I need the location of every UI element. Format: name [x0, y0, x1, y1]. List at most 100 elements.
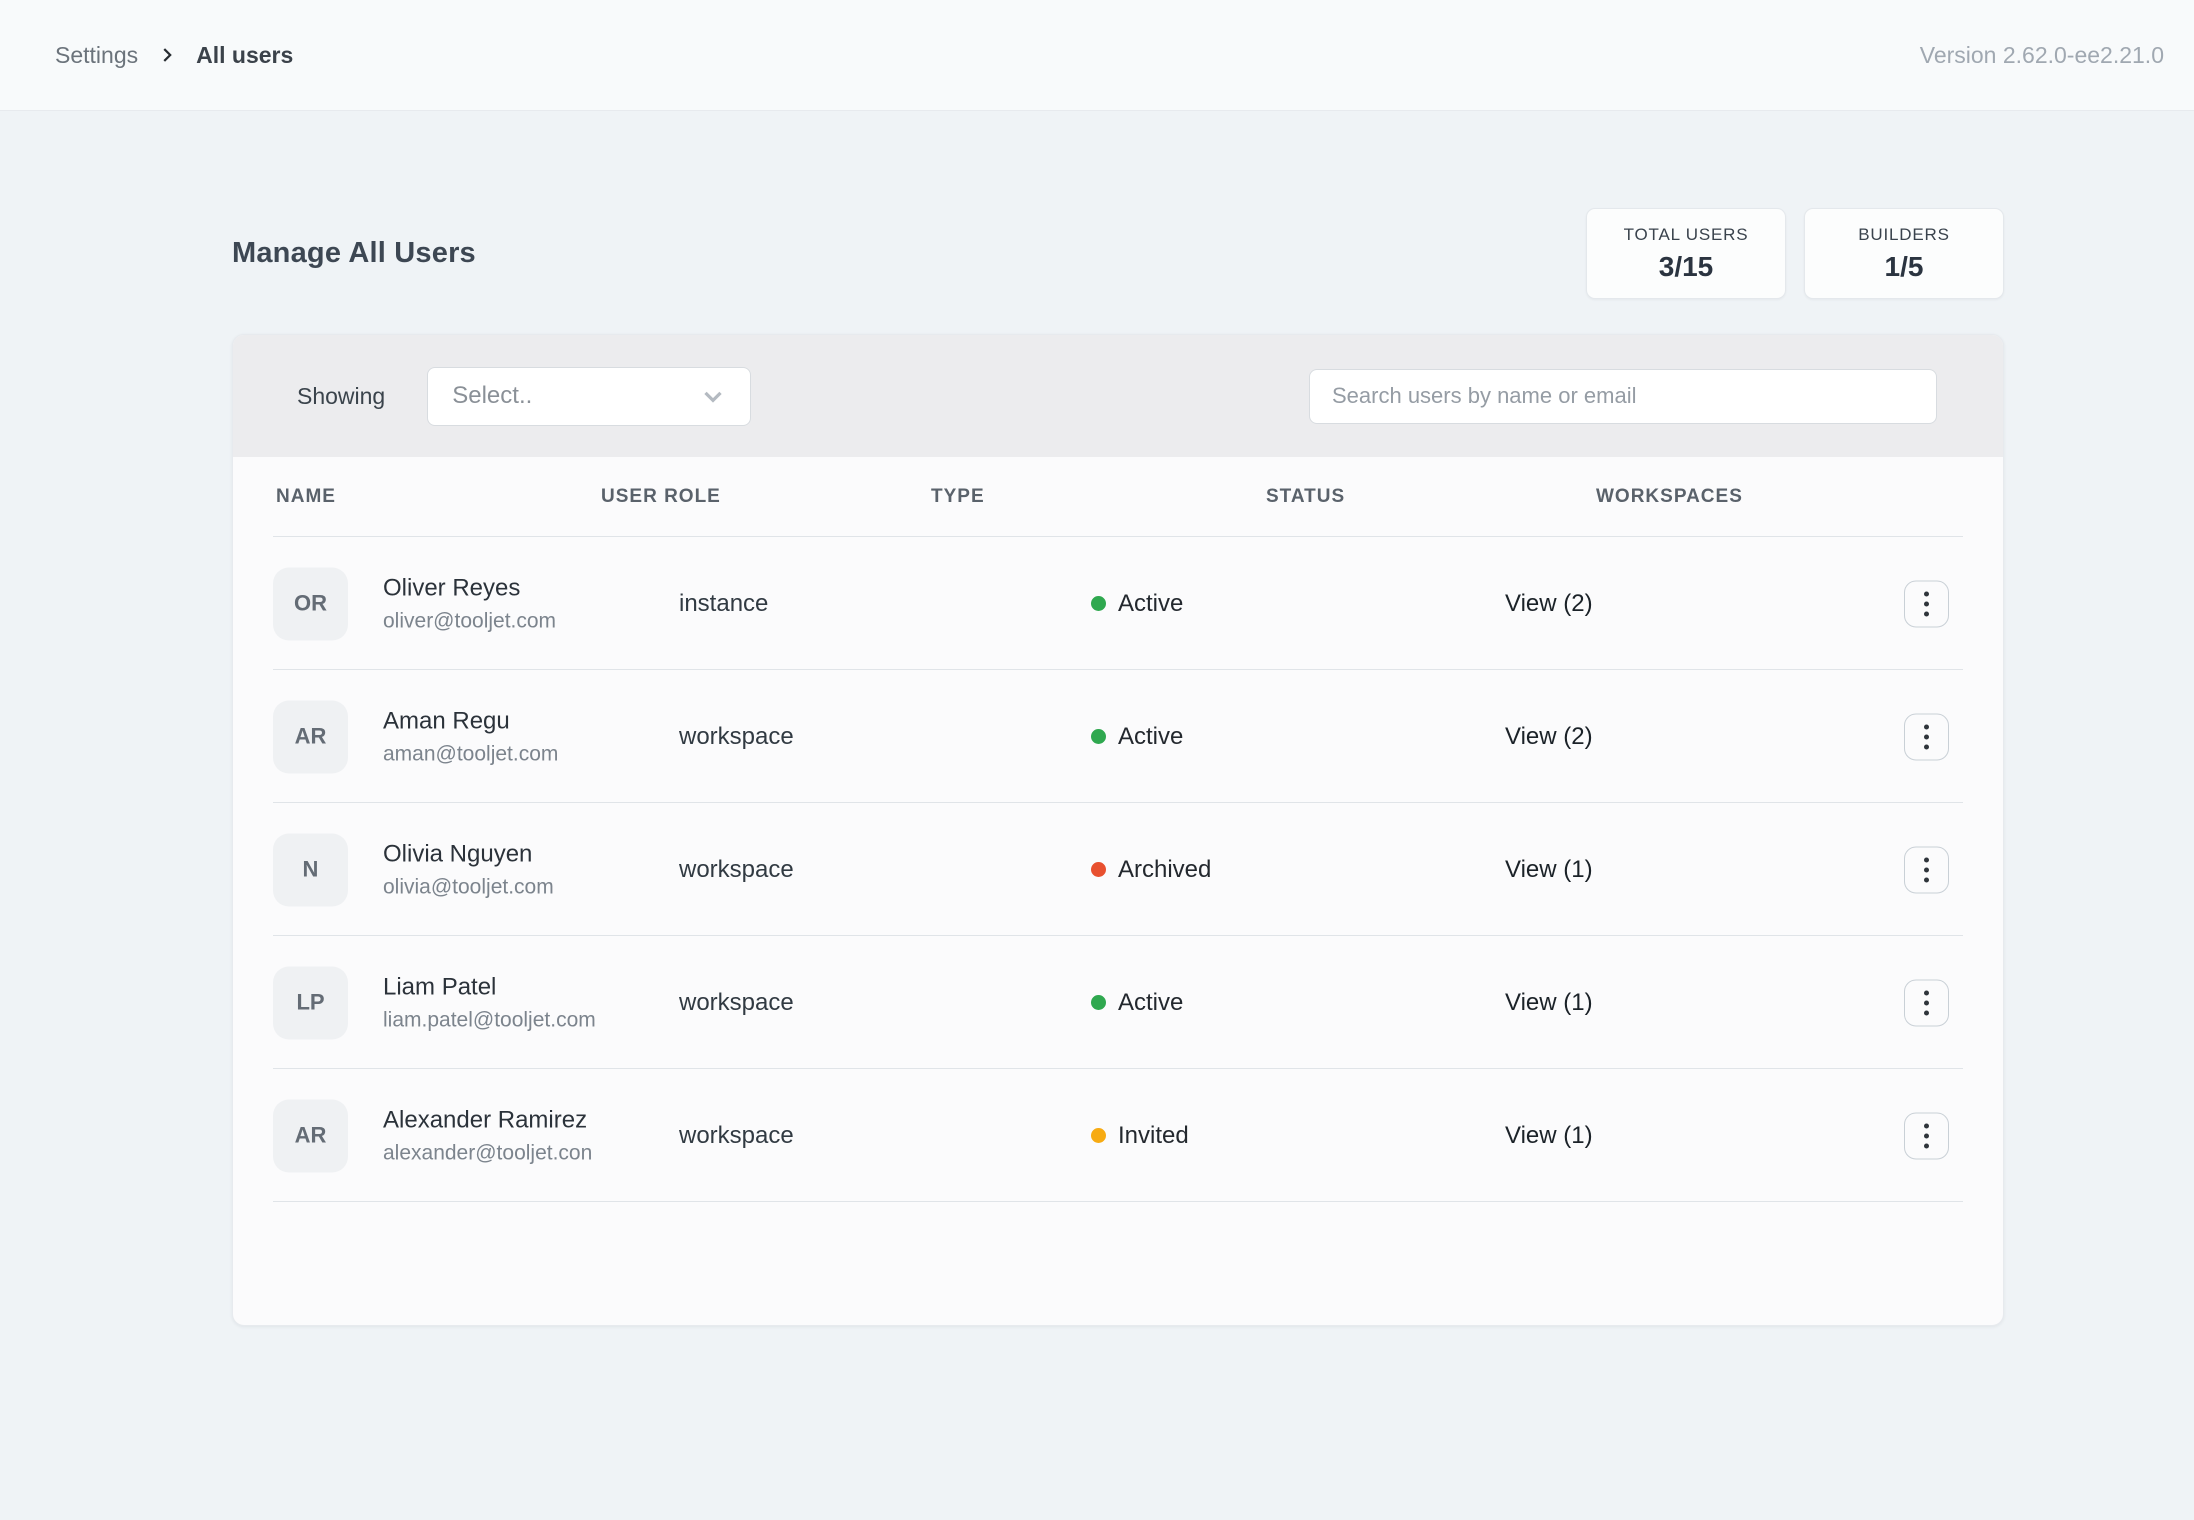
- row-actions-kebab-button[interactable]: [1904, 713, 1949, 760]
- kebab-dot-icon: [1924, 1133, 1929, 1138]
- user-name: Oliver Reyes: [383, 574, 556, 602]
- status-badge: Active: [1091, 723, 1183, 751]
- user-name: Olivia Nguyen: [383, 840, 554, 868]
- chevron-right-icon: [156, 44, 178, 66]
- user-role: workspace: [679, 1122, 794, 1150]
- showing-label: Showing: [297, 383, 385, 410]
- column-header-status: STATUS: [1266, 486, 1345, 508]
- view-workspaces-link[interactable]: View (1): [1505, 856, 1593, 884]
- avatar: N: [273, 833, 348, 906]
- breadcrumb-settings[interactable]: Settings: [55, 42, 138, 69]
- kebab-dot-icon: [1924, 877, 1929, 882]
- user-identity: Liam Patel liam.patel@tooljet.com: [383, 973, 596, 1032]
- status-text: Invited: [1118, 1122, 1189, 1150]
- view-workspaces-link[interactable]: View (1): [1505, 989, 1593, 1017]
- user-table-body: OR Oliver Reyes oliver@tooljet.com insta…: [233, 537, 2003, 1202]
- status-badge: Invited: [1091, 1122, 1189, 1150]
- status-text: Archived: [1118, 856, 1211, 884]
- user-identity: Olivia Nguyen olivia@tooljet.com: [383, 840, 554, 899]
- status-dot-icon: [1091, 862, 1106, 877]
- kebab-dot-icon: [1924, 601, 1929, 606]
- user-role: workspace: [679, 856, 794, 884]
- search-input[interactable]: [1309, 369, 1937, 424]
- user-email: aman@tooljet.com: [383, 742, 558, 766]
- kebab-dot-icon: [1924, 1010, 1929, 1015]
- user-name: Liam Patel: [383, 973, 596, 1001]
- table-row: OR Oliver Reyes oliver@tooljet.com insta…: [233, 537, 2003, 670]
- select-placeholder: Select..: [452, 382, 532, 410]
- user-identity: Oliver Reyes oliver@tooljet.com: [383, 574, 556, 633]
- breadcrumb-current: All users: [196, 42, 293, 69]
- chevron-down-icon: [698, 381, 728, 411]
- table-row: LP Liam Patel liam.patel@tooljet.com wor…: [233, 936, 2003, 1069]
- kebab-dot-icon: [1924, 1123, 1929, 1128]
- page-content: Manage All Users TOTAL USERS 3/15 BUILDE…: [0, 111, 2194, 1326]
- builders-card: BUILDERS 1/5: [1804, 208, 2004, 299]
- user-identity: Alexander Ramirez alexander@tooljet.con: [383, 1106, 592, 1165]
- view-workspaces-link[interactable]: View (1): [1505, 1122, 1593, 1150]
- avatar: AR: [273, 700, 348, 773]
- version-label: Version 2.62.0-ee2.21.0: [1920, 42, 2164, 69]
- kebab-dot-icon: [1924, 867, 1929, 872]
- row-actions-kebab-button[interactable]: [1904, 580, 1949, 627]
- kebab-dot-icon: [1924, 734, 1929, 739]
- page-header: Manage All Users TOTAL USERS 3/15 BUILDE…: [232, 208, 2004, 299]
- status-dot-icon: [1091, 596, 1106, 611]
- breadcrumb: Settings All users: [55, 42, 293, 69]
- table-row: AR Aman Regu aman@tooljet.com workspace …: [233, 670, 2003, 803]
- kebab-dot-icon: [1924, 611, 1929, 616]
- user-email: liam.patel@tooljet.com: [383, 1008, 596, 1032]
- status-text: Active: [1118, 989, 1183, 1017]
- total-users-value: 3/15: [1659, 251, 1714, 283]
- top-bar: Settings All users Version 2.62.0-ee2.21…: [0, 0, 2194, 111]
- view-workspaces-link[interactable]: View (2): [1505, 723, 1593, 751]
- status-badge: Active: [1091, 590, 1183, 618]
- filter-bar: Showing Select..: [233, 335, 2003, 457]
- table-row: N Olivia Nguyen olivia@tooljet.com works…: [233, 803, 2003, 936]
- avatar: OR: [273, 567, 348, 640]
- row-actions-kebab-button[interactable]: [1904, 846, 1949, 893]
- user-role: instance: [679, 590, 768, 618]
- column-header-type: TYPE: [931, 486, 985, 508]
- status-filter-select[interactable]: Select..: [427, 367, 751, 426]
- status-dot-icon: [1091, 1128, 1106, 1143]
- total-users-card: TOTAL USERS 3/15: [1586, 208, 1786, 299]
- kebab-dot-icon: [1924, 744, 1929, 749]
- column-header-workspaces: WORKSPACES: [1596, 486, 1743, 508]
- kebab-dot-icon: [1924, 857, 1929, 862]
- user-email: olivia@tooljet.com: [383, 875, 554, 899]
- column-header-user-role: USER ROLE: [601, 486, 721, 508]
- user-email: oliver@tooljet.com: [383, 609, 556, 633]
- status-dot-icon: [1091, 995, 1106, 1010]
- total-users-label: TOTAL USERS: [1624, 225, 1749, 245]
- view-workspaces-link[interactable]: View (2): [1505, 590, 1593, 618]
- column-header-name: NAME: [276, 486, 336, 508]
- table-header: NAME USER ROLE TYPE STATUS WORKSPACES: [233, 457, 2003, 537]
- avatar: LP: [273, 966, 348, 1039]
- users-card: Showing Select.. NAME USER ROLE TYPE STATUS…: [232, 334, 2004, 1326]
- row-divider: [273, 1201, 1963, 1202]
- kebab-dot-icon: [1924, 724, 1929, 729]
- user-name: Alexander Ramirez: [383, 1106, 592, 1134]
- builders-label: BUILDERS: [1858, 225, 1949, 245]
- kebab-dot-icon: [1924, 1143, 1929, 1148]
- user-name: Aman Regu: [383, 707, 558, 735]
- row-actions-kebab-button[interactable]: [1904, 979, 1949, 1026]
- stat-cards: TOTAL USERS 3/15 BUILDERS 1/5: [1586, 208, 2004, 299]
- user-email: alexander@tooljet.con: [383, 1141, 592, 1165]
- kebab-dot-icon: [1924, 1000, 1929, 1005]
- user-role: workspace: [679, 723, 794, 751]
- status-badge: Archived: [1091, 856, 1211, 884]
- status-badge: Active: [1091, 989, 1183, 1017]
- row-actions-kebab-button[interactable]: [1904, 1112, 1949, 1159]
- builders-value: 1/5: [1885, 251, 1924, 283]
- user-identity: Aman Regu aman@tooljet.com: [383, 707, 558, 766]
- table-row: AR Alexander Ramirez alexander@tooljet.c…: [233, 1069, 2003, 1202]
- user-role: workspace: [679, 989, 794, 1017]
- kebab-dot-icon: [1924, 591, 1929, 596]
- kebab-dot-icon: [1924, 990, 1929, 995]
- status-text: Active: [1118, 590, 1183, 618]
- status-dot-icon: [1091, 729, 1106, 744]
- status-text: Active: [1118, 723, 1183, 751]
- page-title: Manage All Users: [232, 237, 476, 270]
